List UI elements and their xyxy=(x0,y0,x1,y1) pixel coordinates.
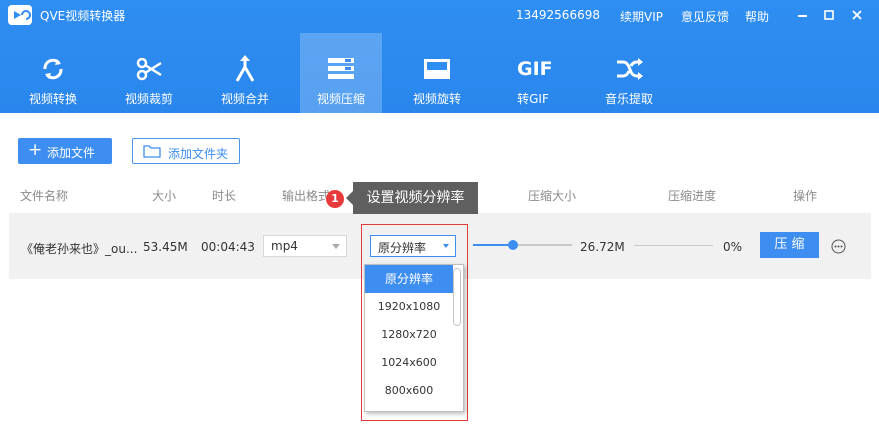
feedback-link[interactable]: 意见反馈 xyxy=(681,8,729,25)
col-output-format: 输出格式 xyxy=(282,189,331,203)
plus-icon: + xyxy=(28,140,43,160)
tab-label: 转GIF xyxy=(517,92,549,106)
minimize-icon[interactable] xyxy=(794,6,812,24)
shuffle-icon xyxy=(613,53,645,85)
resolution-value: 原分辨率 xyxy=(378,241,427,255)
progress-bar xyxy=(634,245,713,246)
col-progress: 压缩进度 xyxy=(668,189,717,203)
resolution-dropdown: 原分辨率 1920x1080 1280x720 1024x600 800x600… xyxy=(364,264,464,412)
resolution-option[interactable]: 1024x600 xyxy=(365,349,453,377)
tooltip-arrow xyxy=(346,191,353,205)
phone-number: 13492566698 xyxy=(516,8,600,22)
file-duration: 00:04:43 xyxy=(201,240,255,254)
help-link[interactable]: 帮助 xyxy=(745,8,769,25)
col-size: 大小 xyxy=(152,189,177,203)
scrollbar-thumb[interactable] xyxy=(453,268,461,326)
file-name: 《俺老孙来也》_ou... xyxy=(21,242,138,256)
compression-slider-fill xyxy=(473,244,513,246)
renew-vip-link[interactable]: 续期VIP xyxy=(620,8,663,25)
convert-icon xyxy=(37,53,69,85)
header-bar: QVE视频转换器 13492566698 续期VIP 意见反馈 帮助 视频转换 … xyxy=(0,0,879,113)
resolution-option[interactable]: 720x576 xyxy=(365,405,453,411)
tab-video-convert[interactable]: 视频转换 xyxy=(12,33,94,113)
tooltip-set-resolution: 设置视频分辨率 xyxy=(353,182,478,214)
close-icon[interactable] xyxy=(848,6,866,24)
app-title: QVE视频转换器 xyxy=(40,9,126,23)
add-file-label: 添加文件 xyxy=(47,146,96,160)
compressed-size: 26.72M xyxy=(580,240,625,254)
add-folder-button[interactable]: 添加文件夹 xyxy=(132,138,240,164)
format-value: mp4 xyxy=(271,239,298,253)
tab-video-rotate[interactable]: 视频旋转 xyxy=(396,33,478,113)
tab-music-extract[interactable]: 音乐提取 xyxy=(588,33,670,113)
tab-label: 视频旋转 xyxy=(412,92,461,106)
app-logo-icon xyxy=(8,5,32,25)
tab-label: 视频转换 xyxy=(28,92,77,106)
add-folder-label: 添加文件夹 xyxy=(168,147,229,161)
file-size: 53.45M xyxy=(143,240,188,254)
col-operation: 操作 xyxy=(793,189,818,203)
compression-slider-handle[interactable] xyxy=(507,240,518,250)
compress-button[interactable]: 压 缩 xyxy=(760,232,819,258)
rotate-icon xyxy=(421,53,453,85)
progress-value: 0% xyxy=(723,240,743,254)
add-file-button[interactable]: + 添加文件 xyxy=(18,138,112,164)
tab-label: 视频裁剪 xyxy=(124,92,173,106)
maximize-icon[interactable] xyxy=(820,6,838,24)
resolution-option[interactable]: 800x600 xyxy=(365,377,453,405)
gif-icon: GIF xyxy=(517,58,553,80)
resolution-option[interactable]: 1280x720 xyxy=(365,321,453,349)
tab-video-merge[interactable]: 视频合并 xyxy=(204,33,286,113)
merge-icon xyxy=(229,53,261,85)
folder-icon xyxy=(143,144,161,161)
compression-slider-track[interactable] xyxy=(512,244,572,246)
col-duration: 时长 xyxy=(212,189,237,203)
tab-label: 视频合并 xyxy=(220,92,269,106)
chevron-down-icon xyxy=(332,244,340,249)
more-options-icon[interactable] xyxy=(831,239,846,254)
scissors-icon xyxy=(133,53,165,85)
tab-label: 视频压缩 xyxy=(316,92,365,106)
tab-video-crop[interactable]: 视频裁剪 xyxy=(108,33,190,113)
tab-video-compress[interactable]: 视频压缩 xyxy=(300,33,382,113)
format-select[interactable]: mp4 xyxy=(263,235,347,257)
tab-to-gif[interactable]: GIF 转GIF xyxy=(492,33,574,113)
resolution-option[interactable]: 原分辨率 xyxy=(365,265,453,293)
step-badge: 1 xyxy=(326,190,344,208)
app-window: QVE视频转换器 13492566698 续期VIP 意见反馈 帮助 视频转换 … xyxy=(0,0,879,431)
compress-icon xyxy=(325,53,357,85)
resolution-option[interactable]: 1920x1080 xyxy=(365,293,453,321)
chevron-down-icon xyxy=(443,244,449,248)
tab-label: 音乐提取 xyxy=(604,92,653,106)
col-file-name: 文件名称 xyxy=(20,189,69,203)
resolution-select[interactable]: 原分辨率 xyxy=(370,235,456,257)
col-compressed-size: 压缩大小 xyxy=(528,189,577,203)
